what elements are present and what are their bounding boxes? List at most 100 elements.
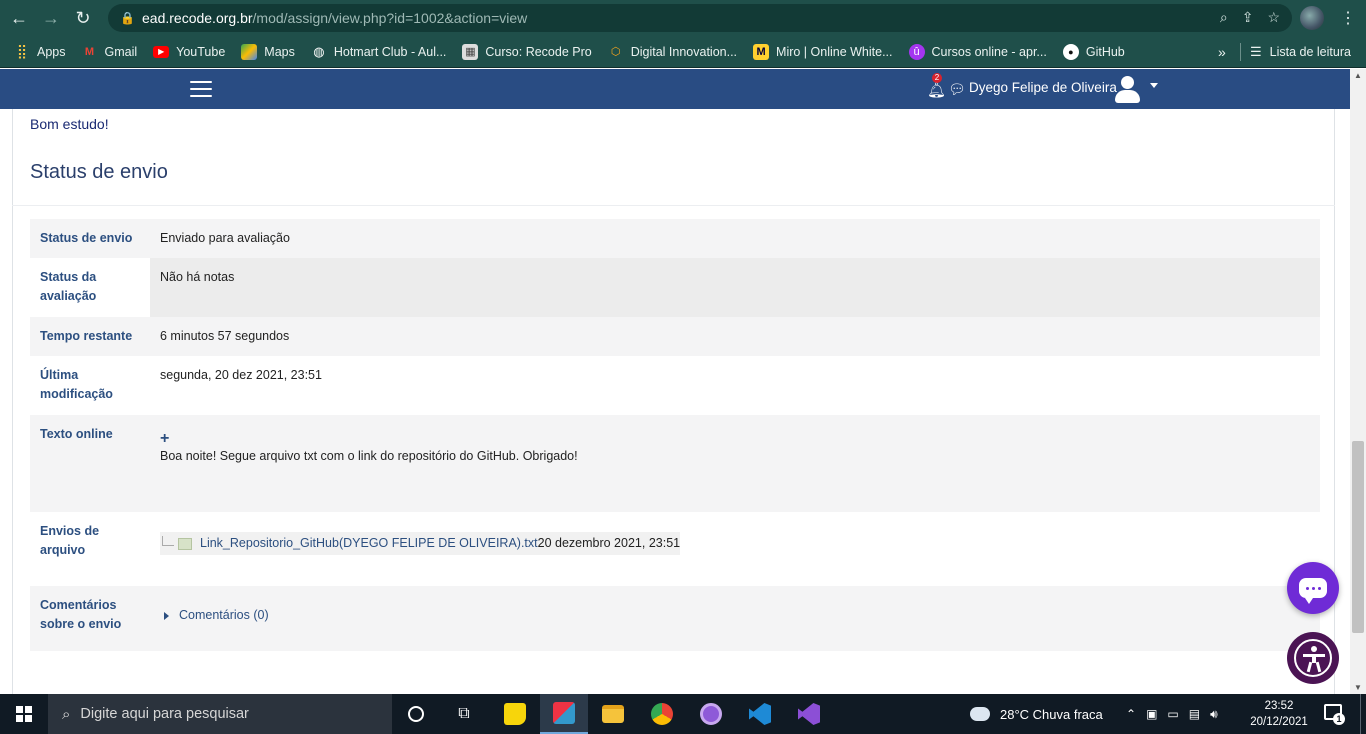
weather-widget[interactable]: 28°C Chuva fraca <box>970 694 1103 734</box>
row-label: Comentários sobre o envio <box>30 586 150 651</box>
table-row: Status de envio Enviado para avaliação <box>30 219 1320 258</box>
sticky-notes-icon[interactable] <box>491 694 539 734</box>
battery-icon[interactable]: ▤ <box>1189 707 1200 721</box>
taskbar: ⌕ Digite aqui para pesquisar ⧉ 28°C Chuv… <box>0 694 1366 734</box>
search-placeholder: Digite aqui para pesquisar <box>80 706 249 722</box>
bookmark-hotmart[interactable]: ◍ Hotmart Club - Aul... <box>303 36 455 68</box>
task-view-icon[interactable]: ⧉ <box>440 694 488 734</box>
url-text[interactable]: ead.recode.org.br/mod/assign/view.php?id… <box>142 10 527 26</box>
page-content: Bom estudo! Status de envio Status de en… <box>0 109 1350 694</box>
bookmark-gmail[interactable]: M Gmail <box>74 36 146 68</box>
row-value: Enviado para avaliação <box>150 219 1320 258</box>
action-center-badge: 1 <box>1333 713 1345 725</box>
clock[interactable]: 23:52 20/12/2021 <box>1244 698 1314 730</box>
site-navbar: 🔔︎ 💬︎ Dyego Felipe de Oliveira <box>0 69 1350 109</box>
user-name[interactable]: Dyego Felipe de Oliveira <box>969 80 1117 95</box>
volume-icon[interactable]: 🔊︎ <box>1210 707 1218 722</box>
network-icon[interactable]: ▭ <box>1167 707 1178 721</box>
row-label: Tempo restante <box>30 317 150 356</box>
vscode-icon[interactable] <box>736 694 784 734</box>
reading-list-icon: ☰ <box>1250 44 1262 59</box>
bookmarks-bar: ⣿ Apps M Gmail ▶ YouTube Maps ◍ Hotmart … <box>0 36 1366 68</box>
browser-menu-icon[interactable]: ⋮ <box>1340 8 1356 28</box>
bookmark-miro[interactable]: M Miro | Online White... <box>745 36 900 68</box>
maps-icon <box>241 43 258 60</box>
bookmarks-more-icon[interactable]: » <box>1218 36 1226 68</box>
search-icon: ⌕ <box>62 705 71 723</box>
taskbar-search[interactable]: ⌕ Digite aqui para pesquisar <box>48 694 392 734</box>
bell-icon[interactable]: 🔔︎ <box>927 81 946 99</box>
user-avatar-icon[interactable] <box>1113 74 1141 104</box>
file-link[interactable]: Link_Repositorio_GitHub(DYEGO FELIPE DE … <box>200 534 538 553</box>
accessibility-button[interactable] <box>1287 632 1339 684</box>
bookmark-youtube[interactable]: ▶ YouTube <box>145 36 233 68</box>
gmail-icon: M <box>84 45 95 58</box>
forward-icon[interactable]: → <box>38 5 64 31</box>
reload-icon[interactable]: ↻ <box>70 5 96 31</box>
section-title: Status de envio <box>30 161 168 183</box>
table-row: Tempo restante 6 minutos 57 segundos <box>30 317 1320 356</box>
apps-grid-icon: ⣿ <box>16 43 28 59</box>
expand-plus-icon[interactable]: + <box>160 429 1310 447</box>
github-desktop-icon[interactable] <box>687 694 735 734</box>
menu-icon[interactable] <box>190 81 212 97</box>
intro-text: Bom estudo! <box>30 116 109 132</box>
share-icon[interactable]: ⇪ <box>1242 9 1254 26</box>
chat-icon[interactable]: 💬︎ <box>948 81 966 98</box>
row-label: Texto online <box>30 415 150 512</box>
chevron-up-icon[interactable]: ⌃ <box>1126 707 1136 721</box>
bookmarks-separator <box>1240 43 1241 61</box>
show-desktop-button[interactable] <box>1360 694 1361 734</box>
comments-toggle[interactable]: Comentários (0) <box>160 606 1310 625</box>
cloud-icon <box>970 707 990 721</box>
date: 20/12/2021 <box>1250 716 1308 728</box>
chat-widget-button[interactable] <box>1287 562 1339 614</box>
bookmark-github[interactable]: ● GitHub <box>1055 36 1133 68</box>
file-explorer-icon[interactable] <box>589 694 637 734</box>
bookmark-apps[interactable]: ⣿ Apps <box>0 36 74 68</box>
caret-right-icon <box>164 611 169 620</box>
back-icon[interactable]: ← <box>6 5 32 31</box>
scroll-up-icon[interactable]: ▲ <box>1354 71 1362 80</box>
scrollbar[interactable]: ▲ ▼ <box>1350 69 1366 694</box>
lock-icon[interactable]: 🔒 <box>120 11 135 25</box>
star-icon[interactable]: ☆ <box>1267 9 1280 26</box>
address-bar[interactable]: 🔒 ead.recode.org.br/mod/assign/view.php?… <box>108 4 1292 32</box>
security-icon[interactable]: ▣ <box>1146 707 1157 721</box>
accessibility-icon <box>1294 639 1332 677</box>
online-text: Boa noite! Segue arquivo txt com o link … <box>160 449 578 463</box>
bookmark-udemy[interactable]: û Cursos online - apr... <box>901 36 1055 68</box>
system-tray: ⌃ ▣ ▭ ▤ 🔊︎ <box>1126 694 1218 734</box>
row-value: 6 minutos 57 segundos <box>150 317 1320 356</box>
dio-icon: ⬡ <box>610 46 621 58</box>
cortana-icon[interactable] <box>392 694 440 734</box>
divider <box>12 205 1335 206</box>
profile-avatar[interactable] <box>1300 6 1324 30</box>
bookmark-maps[interactable]: Maps <box>233 36 303 68</box>
file-date: 20 dezembro 2021, 23:51 <box>537 536 681 550</box>
chrome-icon[interactable] <box>638 694 686 734</box>
globe-icon: ◍ <box>313 43 325 59</box>
reading-list-button[interactable]: ☰ Lista de leitura <box>1250 36 1351 68</box>
bookmark-recode[interactable]: ▦ Curso: Recode Pro <box>454 36 599 68</box>
chevron-down-icon[interactable] <box>1150 83 1158 88</box>
scroll-down-icon[interactable]: ▼ <box>1354 683 1362 692</box>
notification-badge: 2 <box>932 73 942 83</box>
submission-status-table: Status de envio Enviado para avaliação S… <box>30 219 1320 651</box>
file-submissions-cell: Link_Repositorio_GitHub(DYEGO FELIPE DE … <box>150 512 1320 586</box>
time: 23:52 <box>1264 700 1294 712</box>
scrollbar-thumb[interactable] <box>1352 441 1364 633</box>
miro-icon: M <box>753 43 770 60</box>
chat-bubble-icon <box>1299 578 1327 604</box>
github-icon: ● <box>1062 43 1079 60</box>
row-label: Status da avaliação <box>30 258 150 317</box>
browser-toolbar: ← → ↻ 🔒 ead.recode.org.br/mod/assign/vie… <box>0 0 1366 36</box>
windows-start-icon[interactable] <box>0 694 48 734</box>
snipping-tool-icon[interactable] <box>540 694 588 734</box>
table-row: Última modificação segunda, 20 dez 2021,… <box>30 356 1320 415</box>
visual-studio-icon[interactable] <box>785 694 833 734</box>
table-row: Texto online + Boa noite! Segue arquivo … <box>30 415 1320 512</box>
bookmark-dio[interactable]: ⬡ Digital Innovation... <box>600 36 745 68</box>
zoom-icon[interactable]: ⌕ <box>1220 9 1228 26</box>
row-label: Envios de arquivo <box>30 512 150 586</box>
